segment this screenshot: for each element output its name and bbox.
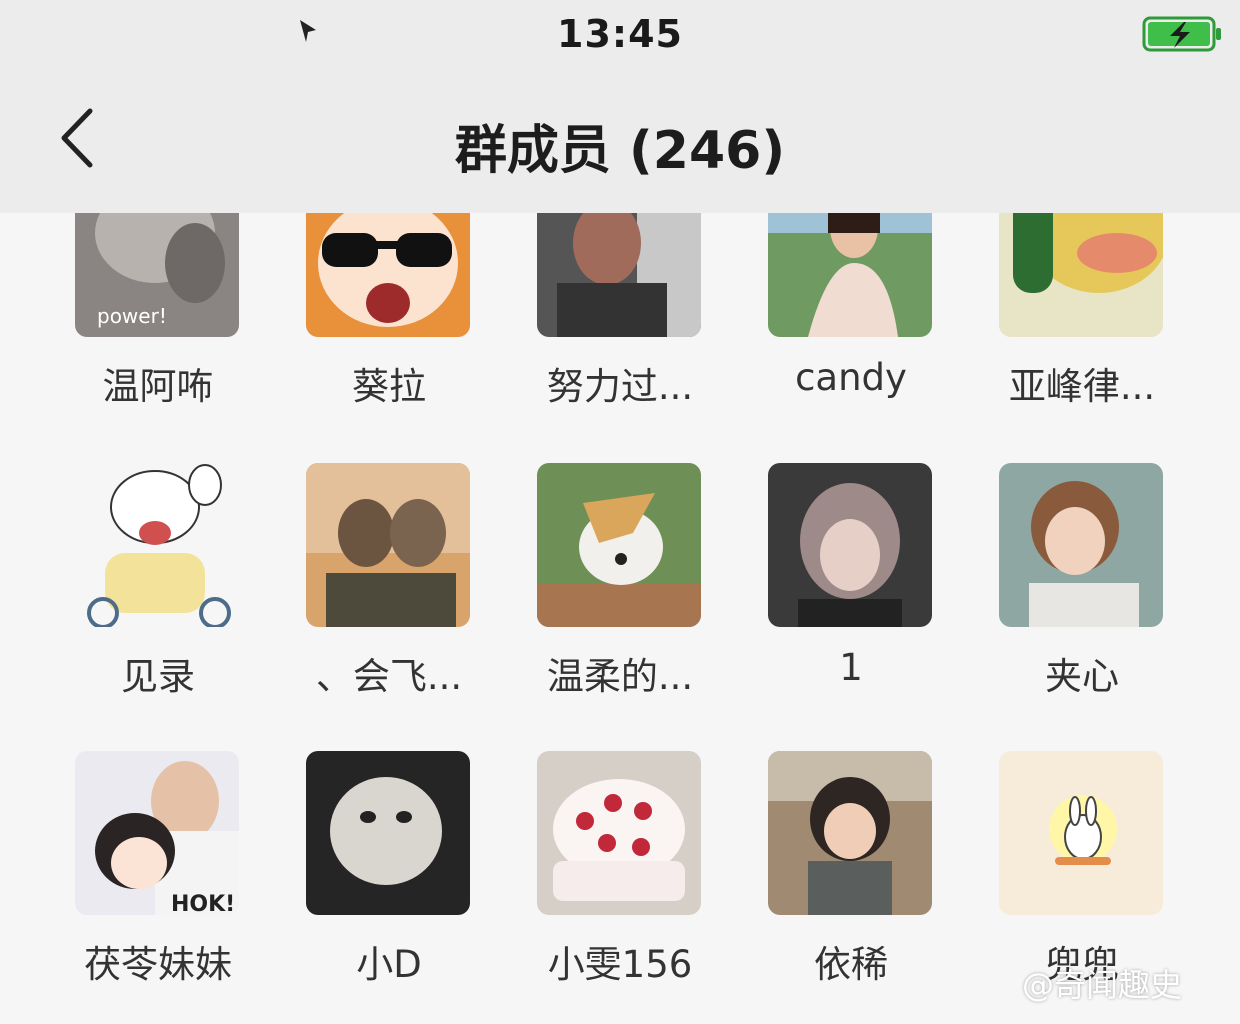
avatar-caption: power!	[97, 304, 167, 328]
member-name: candy	[795, 356, 907, 399]
member-name: 温柔的...	[546, 655, 694, 698]
member-name: 亚峰律...	[1008, 365, 1156, 408]
member-item[interactable]: 、会飞...	[266, 440, 497, 700]
member-item[interactable]: 夹心	[959, 440, 1190, 700]
member-avatar	[768, 751, 932, 915]
member-item[interactable]: 依稀	[728, 728, 959, 988]
member-name: 茯苓妹妹	[84, 943, 232, 986]
member-item[interactable]: 兜兜	[959, 728, 1190, 988]
member-item[interactable]: 见录	[35, 440, 266, 700]
member-avatar	[306, 463, 470, 627]
page-title: 群成员 (246)	[454, 121, 786, 181]
member-name: 小雯156	[547, 943, 693, 986]
watermark: @奇闻趣史	[1022, 960, 1182, 1006]
member-avatar	[537, 751, 701, 915]
location-arrow-icon	[300, 20, 316, 42]
member-item[interactable]: 1	[728, 440, 959, 700]
member-name: 葵拉	[352, 365, 426, 408]
watermark-text: @奇闻趣史	[1022, 966, 1183, 1004]
member-avatar	[75, 463, 239, 627]
navigation-bar: 13:45 群成员 (246)	[0, 0, 1240, 213]
status-time: 13:45	[557, 12, 683, 56]
member-name: 温阿咘	[102, 365, 214, 408]
member-item[interactable]: 温柔的...	[497, 440, 728, 700]
member-item[interactable]: 小雯156	[497, 728, 728, 988]
member-name: 1	[839, 646, 863, 689]
member-name: 依稀	[814, 943, 888, 986]
member-avatar	[306, 751, 470, 915]
member-avatar	[999, 463, 1163, 627]
member-avatar	[999, 751, 1163, 915]
member-name: 见录	[121, 655, 195, 698]
avatar-caption: HOK!	[171, 892, 235, 915]
member-item[interactable]: HOK! 茯苓妹妹	[35, 728, 266, 988]
member-name: 夹心	[1045, 655, 1119, 698]
member-avatar: HOK!	[75, 751, 239, 915]
member-name: 小D	[356, 943, 422, 986]
battery-charging-icon	[1142, 16, 1221, 52]
member-item[interactable]: 小D	[266, 728, 497, 988]
member-name: 、会飞...	[315, 655, 463, 698]
member-avatar	[768, 463, 932, 627]
member-name: 努力过...	[546, 365, 694, 408]
member-avatar	[537, 463, 701, 627]
